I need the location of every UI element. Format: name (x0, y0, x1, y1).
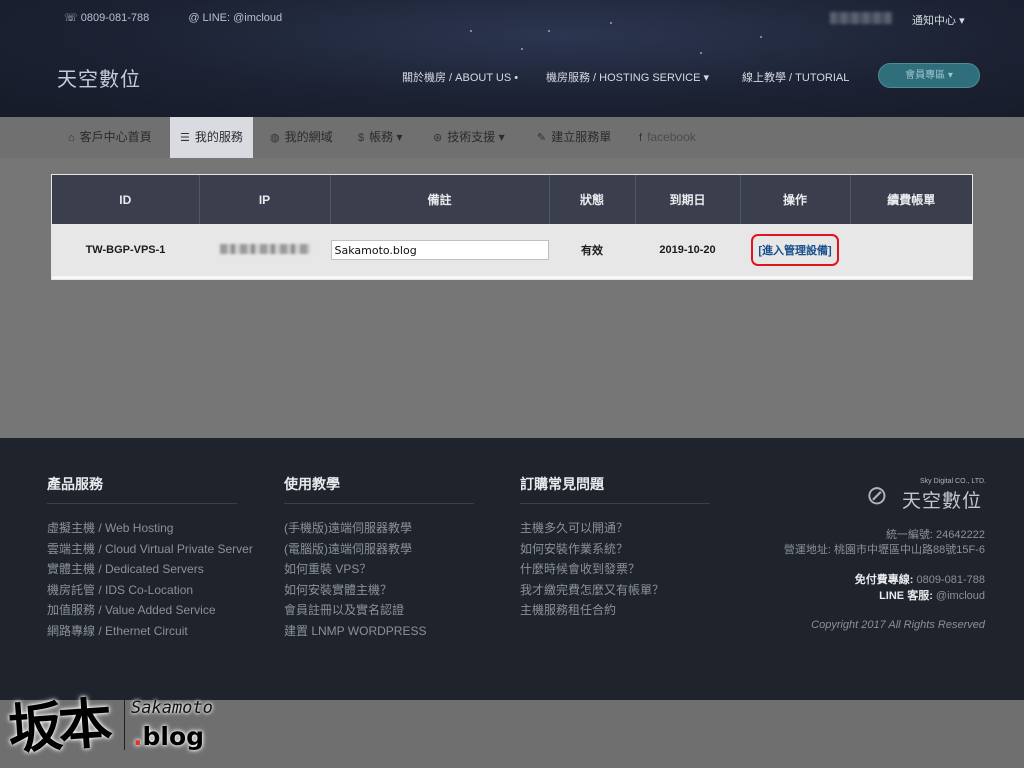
service-status: 有效 (549, 224, 635, 276)
footer-link[interactable]: 我才繳完費怎麼又有帳單？ (520, 580, 710, 601)
edit-icon: ✎ (537, 132, 547, 144)
footer-link[interactable]: 如何重裝 VPS？ (284, 559, 474, 580)
main-content: ID IP 備註 狀態 到期日 操作 續費帳單 TW-BGP-VPS-1 有效 … (0, 158, 1024, 438)
lifebuoy-icon: ⊛ (433, 132, 443, 144)
brand-mark-icon: ⊘ (866, 480, 888, 510)
column-header-status: 狀態 (549, 175, 636, 224)
footer-link[interactable]: 虛擬主機 / Web Hosting (47, 518, 253, 539)
footer-link[interactable]: 如何安裝實體主機？ (284, 580, 474, 601)
footer-tutorial-column: 使用教學 (手機版)遠端伺服器教學 (電腦版)遠端伺服器教學 如何重裝 VPS？… (284, 474, 474, 641)
site-footer: 產品服務 虛擬主機 / Web Hosting 雲端主機 / Cloud Vir… (0, 438, 1024, 700)
blurred-ip-address (219, 243, 310, 254)
footer-faq-column: 訂購常見問題 主機多久可以開通？ 如何安裝作業系統？ 什麼時候會收到發票？ 我才… (520, 474, 710, 621)
service-id: TW-BGP-VPS-1 (52, 224, 199, 276)
subnav-billing[interactable]: $ 帳務 ▾ (358, 117, 403, 158)
enter-management-link[interactable]: [進入管理設備] (751, 234, 839, 266)
footer-link[interactable]: 雲端主機 / Cloud Virtual Private Server (47, 539, 253, 560)
notification-center-menu[interactable]: 通知中心 ▾ (912, 12, 965, 28)
line-contact: @ LINE: @imcloud (188, 12, 283, 24)
subnav-my-services[interactable]: ☰ 我的服務 (170, 117, 253, 158)
phone-icon: ☏ (64, 12, 78, 24)
service-note-input[interactable] (330, 240, 549, 260)
footer-column-title: 使用教學 (284, 474, 474, 504)
table-row: TW-BGP-VPS-1 有效 2019-10-20 [進入管理設備] (52, 224, 972, 276)
service-note-cell (330, 224, 549, 276)
nav-hosting-service[interactable]: 機房服務 / HOSTING SERVICE ▾ (546, 69, 709, 85)
company-address: 營運地址: 桃園市中壢區中山路88號15F-6 (783, 544, 985, 556)
footer-link[interactable]: (電腦版)遠端伺服器教學 (284, 539, 474, 560)
star-decoration (610, 22, 612, 24)
footer-link[interactable]: 什麼時候會收到發票？ (520, 559, 710, 580)
nav-about-us[interactable]: 關於機房 / ABOUT US • (402, 69, 518, 85)
client-subnav: ⌂ 客戶中心首頁 ☰ 我的服務 ◍ 我的網域 $ 帳務 ▾ ⊛ 技術支援 ▾ ✎ 建立服務單… (0, 117, 1024, 158)
home-icon: ⌂ (68, 132, 75, 144)
subnav-my-domains[interactable]: ◍ 我的網域 (270, 117, 333, 158)
watermark-blog-text: .blog (133, 722, 205, 751)
star-decoration (760, 36, 762, 38)
footer-column-title: 訂購常見問題 (520, 474, 710, 504)
column-header-ip: IP (199, 175, 331, 224)
footer-brand-logo: Sky Digital CO., LTD. ⊘ 天空數位 (866, 478, 986, 512)
server-icon: ☰ (180, 132, 190, 144)
column-header-note: 備註 (330, 175, 550, 224)
footer-link[interactable]: 如何安裝作業系統？ (520, 539, 710, 560)
dot-icon: • (514, 72, 519, 84)
service-action-cell: [進入管理設備] (740, 224, 850, 276)
footer-link[interactable]: 網路專線 / Ethernet Circuit (47, 621, 253, 642)
tax-id: 統一編號: 24642222 (885, 529, 985, 541)
footer-link[interactable]: 加值服務 / Value Added Service (47, 600, 253, 621)
globe-icon: ◍ (270, 132, 280, 144)
table-header-row: ID IP 備註 狀態 到期日 操作 續費帳單 (52, 175, 972, 224)
caret-down-icon: ▾ (396, 130, 403, 144)
brand-chinese-name: 天空數位 (902, 491, 983, 512)
star-decoration (700, 52, 702, 54)
facebook-icon: f (639, 132, 643, 144)
caret-down-icon: ▾ (959, 15, 965, 27)
service-renewal-cell (850, 224, 972, 276)
watermark-divider (124, 700, 125, 750)
watermark-chinese-text: 坂本 (6, 690, 111, 762)
subnav-create-ticket[interactable]: ✎ 建立服務單 (537, 117, 611, 158)
member-area-button[interactable]: 會員專區 ▾ (878, 63, 980, 88)
star-decoration (521, 48, 523, 50)
top-contact-bar: ☏ 0809-081-788 @ LINE: @imcloud (64, 11, 318, 24)
subnav-facebook[interactable]: f facebook (639, 117, 696, 158)
star-decoration (548, 30, 550, 32)
blog-watermark: 坂本 Sakamoto .blog (0, 678, 240, 768)
blurred-username[interactable] (830, 12, 892, 24)
caret-down-icon: ▾ (947, 70, 953, 81)
column-header-action: 操作 (740, 175, 851, 224)
footer-link[interactable]: 實體主機 / Dedicated Servers (47, 559, 253, 580)
line-support-info: LINE 客服: @imcloud (879, 590, 985, 602)
services-table: ID IP 備註 狀態 到期日 操作 續費帳單 TW-BGP-VPS-1 有效 … (51, 174, 973, 280)
footer-link[interactable]: (手機版)遠端伺服器教學 (284, 518, 474, 539)
subnav-client-home[interactable]: ⌂ 客戶中心首頁 (68, 117, 152, 158)
footer-link[interactable]: 建置 LNMP WORDPRESS (284, 621, 474, 642)
hotline-info: 免付費專線: 0809-081-788 (854, 574, 985, 586)
copyright-text: Copyright 2017 All Rights Reserved (811, 619, 985, 631)
phone-contact: ☏ 0809-081-788 (64, 12, 150, 24)
footer-column-title: 產品服務 (47, 474, 237, 504)
column-header-renewal: 續費帳單 (850, 175, 972, 224)
footer-link[interactable]: 主機多久可以開通？ (520, 518, 710, 539)
star-decoration (470, 30, 472, 32)
caret-down-icon: ▾ (703, 72, 710, 84)
site-logo[interactable]: 天空數位 (57, 63, 141, 92)
column-header-id: ID (52, 175, 200, 224)
column-header-expiry: 到期日 (635, 175, 741, 224)
footer-link[interactable]: 會員註冊以及實名認證 (284, 600, 474, 621)
footer-link[interactable]: 主機服務租任合約 (520, 600, 710, 621)
watermark-english-text: Sakamoto (131, 698, 213, 718)
footer-link[interactable]: 機房託管 / IDS Co-Location (47, 580, 253, 601)
footer-products-column: 產品服務 虛擬主機 / Web Hosting 雲端主機 / Cloud Vir… (47, 474, 253, 641)
service-ip-cell (199, 224, 330, 276)
dollar-icon: $ (358, 132, 365, 144)
site-header: ☏ 0809-081-788 @ LINE: @imcloud 通知中心 ▾ 天空數… (0, 0, 1024, 117)
at-icon: @ (188, 12, 200, 24)
subnav-tech-support[interactable]: ⊛ 技術支援 ▾ (433, 117, 505, 158)
caret-down-icon: ▾ (498, 130, 505, 144)
service-expiry-date: 2019-10-20 (635, 224, 740, 276)
nav-tutorial[interactable]: 線上教學 / TUTORIAL (742, 69, 849, 85)
brand-english-name: Sky Digital CO., LTD. (920, 478, 986, 485)
